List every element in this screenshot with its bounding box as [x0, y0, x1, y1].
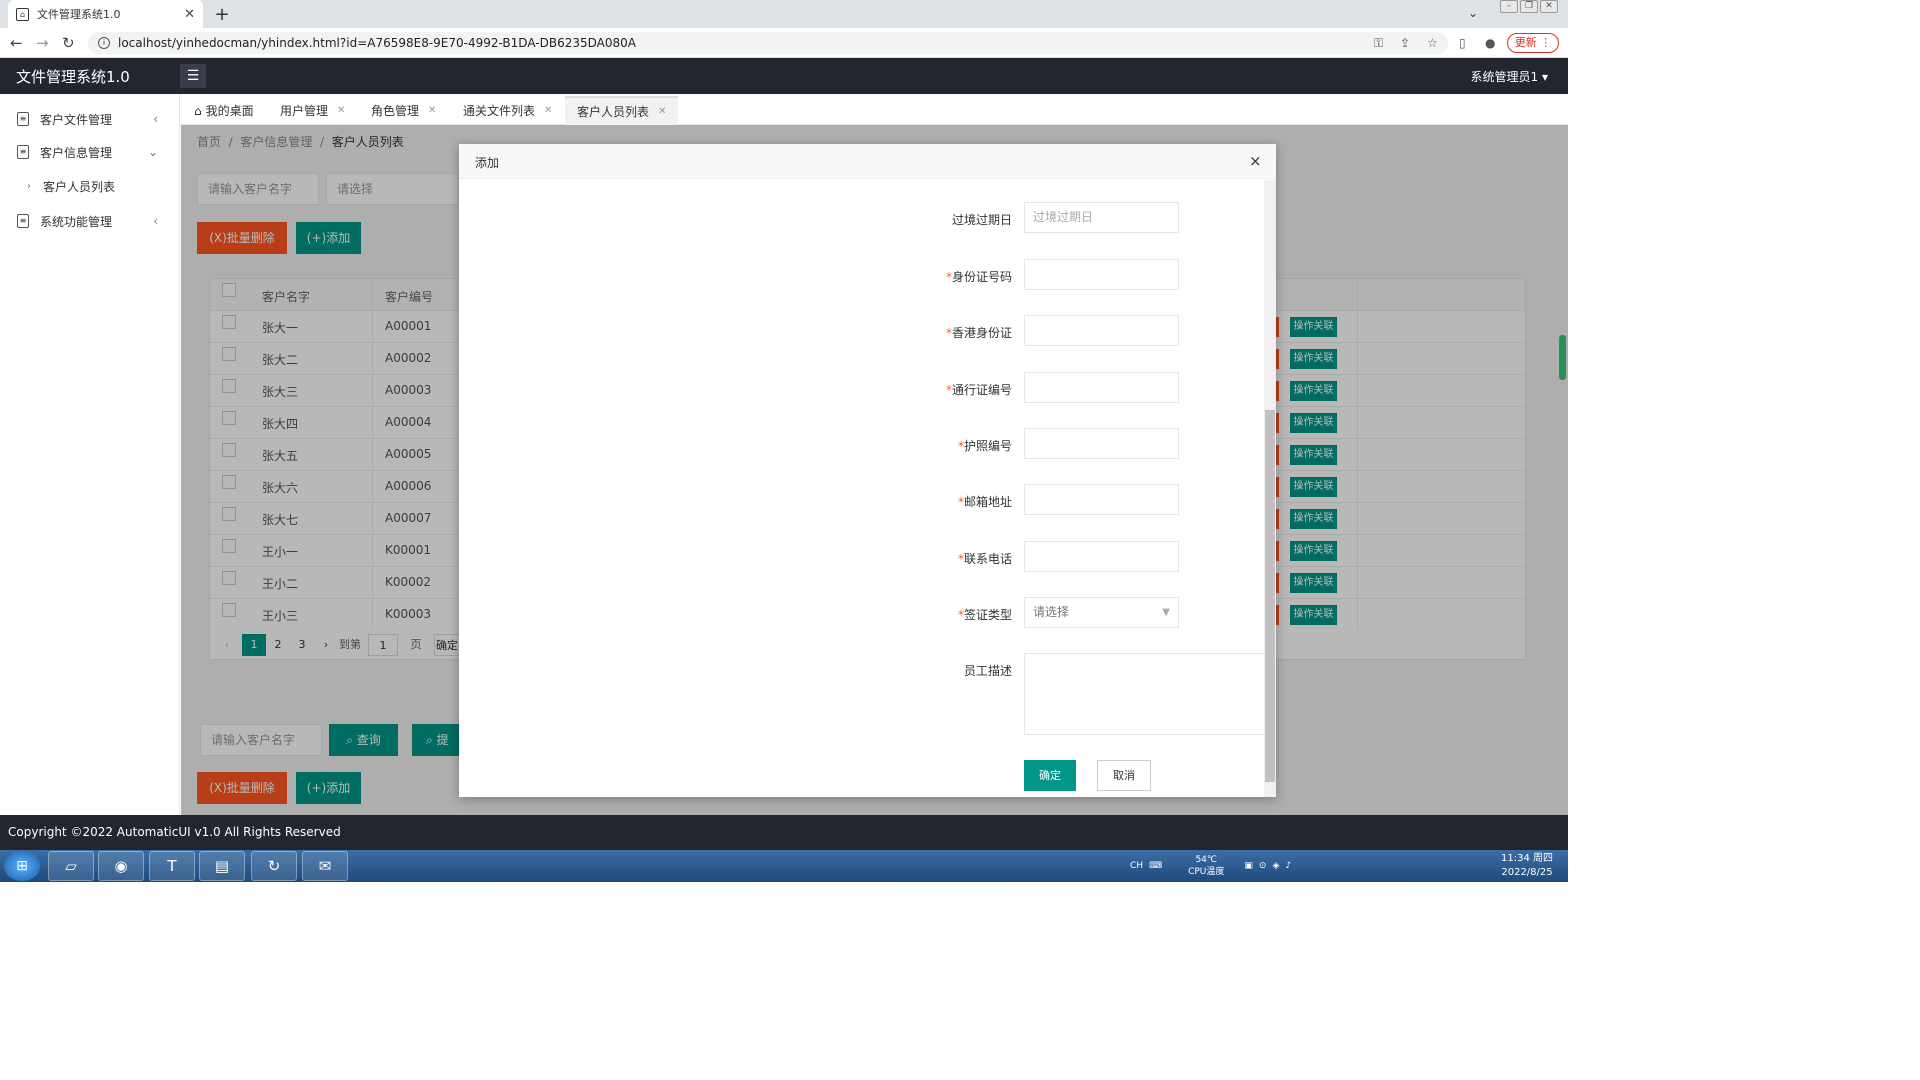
field-label-transit-expiry: 过境过期日	[951, 213, 1012, 227]
system-tray: CH ⌨ 54℃ CPU温度 ▣ ⊙ ◈ ♪	[1130, 852, 1291, 880]
browser-tab-title: 文件管理系统1.0	[37, 8, 121, 21]
app-header	[0, 58, 1568, 94]
tab-customs-files[interactable]: 通关文件列表 ✕	[451, 96, 564, 125]
tab-desktop[interactable]: ⌂ 我的桌面	[182, 96, 266, 125]
footer: Copyright ©2022 AutomaticUI v1.0 All Rig…	[0, 815, 1568, 850]
desktop-app-icon[interactable]: ▱	[48, 851, 94, 881]
close-icon[interactable]: ✕	[658, 106, 666, 117]
folder-icon[interactable]: ▤	[199, 851, 245, 881]
reload-icon[interactable]: ↻	[62, 34, 75, 52]
sidebar-item-label: 客户文件管理	[40, 112, 113, 127]
user-menu[interactable]: 系统管理员1 ▾	[1471, 68, 1548, 85]
side-panel-icon[interactable]: ▯	[1459, 36, 1466, 50]
url-bar[interactable]: i localhost/yinhedocman/yhindex.html?id=…	[88, 32, 1448, 54]
refresh-app-icon[interactable]: ↻	[251, 851, 297, 881]
close-tab-icon[interactable]: ✕	[184, 7, 195, 22]
tab-search-icon[interactable]: ⌄	[1468, 6, 1478, 20]
close-icon[interactable]: ×	[1249, 152, 1262, 170]
passport-number-input[interactable]	[1024, 428, 1179, 459]
back-icon[interactable]: ←	[10, 34, 23, 52]
sidebar-item-customer-staff[interactable]: › 客户人员列表	[0, 171, 180, 201]
text-editor-icon[interactable]: T	[149, 851, 195, 881]
minimize-icon[interactable]: –	[1500, 0, 1518, 13]
permit-number-input[interactable]	[1024, 372, 1179, 403]
dialog-scrollbar-thumb[interactable]	[1265, 410, 1275, 782]
window-controls: – ❐ ✕	[1500, 0, 1558, 16]
key-icon[interactable]: ⚿	[1374, 36, 1383, 51]
share-icon[interactable]: ⇪	[1400, 36, 1410, 50]
sidebar-item-label: 系统功能管理	[40, 214, 113, 229]
wechat-icon[interactable]: ✉	[302, 851, 348, 881]
field-label-phone: *联系电话	[957, 552, 1012, 566]
language-indicator[interactable]: CH	[1130, 861, 1143, 871]
info-icon[interactable]: i	[98, 37, 110, 49]
favicon-icon: ⌂	[16, 7, 29, 21]
confirm-button[interactable]: 确定	[1024, 760, 1076, 791]
close-icon[interactable]: ✕	[428, 105, 436, 116]
tab-customer-staff[interactable]: 客户人员列表 ✕	[565, 96, 679, 125]
field-label-passport: *护照编号	[957, 439, 1012, 453]
document-icon: ≡	[17, 214, 29, 228]
chrome-icon[interactable]: ◉	[98, 851, 144, 881]
sidebar	[0, 94, 180, 815]
restore-icon[interactable]: ❐	[1520, 0, 1538, 13]
close-window-icon[interactable]: ✕	[1540, 0, 1558, 13]
dialog-title: 添加	[475, 156, 500, 170]
transit-expiry-input[interactable]: 过境过期日	[1024, 202, 1179, 233]
close-icon[interactable]: ✕	[337, 105, 345, 116]
chevron-left-icon: ‹	[153, 112, 158, 126]
document-icon: ≡	[17, 112, 29, 126]
tab-user-management[interactable]: 用户管理 ✕	[268, 96, 357, 125]
sidebar-item-label: 客户人员列表	[43, 179, 116, 194]
keyboard-icon[interactable]: ⌨	[1149, 861, 1162, 871]
document-icon: ≡	[17, 145, 29, 159]
home-icon: ⌂	[194, 103, 202, 118]
url-text: localhost/yinhedocman/yhindex.html?id=A7…	[118, 36, 636, 50]
start-button-icon[interactable]: ⊞	[4, 851, 40, 881]
caret-down-icon: ▼	[1162, 607, 1170, 618]
tab-role-management[interactable]: 角色管理 ✕	[359, 96, 448, 125]
field-label-description: 员工描述	[963, 664, 1012, 678]
sidebar-item-customer-files[interactable]: ≡ 客户文件管理 ‹	[0, 102, 180, 136]
sidebar-item-label: 客户信息管理	[40, 145, 113, 160]
profile-icon[interactable]: ●	[1485, 36, 1495, 50]
sidebar-item-system[interactable]: ≡ 系统功能管理 ‹	[0, 204, 180, 238]
field-label-id-card: *身份证号码	[945, 270, 1012, 284]
cancel-button[interactable]: 取消	[1097, 760, 1151, 791]
volume-icon[interactable]: ♪	[1285, 861, 1291, 871]
sidebar-item-customer-info[interactable]: ≡ 客户信息管理 ⌄	[0, 135, 180, 169]
form: 过境过期日 过境过期日 *身份证号码 *香港身份证 *通行证编号 *护照编号 *…	[459, 180, 1264, 797]
field-label-email: *邮箱地址	[957, 495, 1012, 509]
chevron-down-icon: ⌄	[147, 145, 158, 159]
description-textarea[interactable]	[1024, 653, 1264, 735]
close-icon[interactable]: ✕	[544, 105, 552, 116]
shield-icon[interactable]: ◈	[1272, 861, 1279, 871]
tray-app-icon[interactable]: ▣	[1244, 861, 1253, 871]
forward-icon[interactable]: →	[36, 34, 49, 52]
new-tab-button[interactable]: +	[212, 4, 232, 25]
field-label-visa-type: *签证类型	[957, 608, 1012, 622]
phone-input[interactable]	[1024, 541, 1179, 572]
chevron-left-icon: ‹	[153, 214, 158, 228]
browser-tab[interactable]: ⌂ 文件管理系统1.0 ✕	[8, 0, 203, 28]
dialog-header	[459, 144, 1276, 179]
visa-type-select[interactable]: 请选择 ▼	[1024, 597, 1179, 628]
star-icon[interactable]: ☆	[1427, 36, 1438, 50]
network-icon[interactable]: ⊙	[1259, 861, 1267, 871]
update-button[interactable]: 更新 ⋮	[1507, 33, 1559, 53]
id-card-input[interactable]	[1024, 259, 1179, 290]
chevron-right-icon: ›	[27, 180, 31, 192]
field-label-permit: *通行证编号	[945, 383, 1012, 397]
hk-id-input[interactable]	[1024, 315, 1179, 346]
app-title: 文件管理系统1.0	[16, 68, 130, 86]
email-input[interactable]	[1024, 484, 1179, 515]
browser-tabstrip	[0, 0, 1568, 28]
field-label-hk-id: *香港身份证	[945, 326, 1012, 340]
clock[interactable]: 11:34 周四 2022/8/25	[1490, 852, 1564, 880]
cpu-temp: 54℃ CPU温度	[1188, 855, 1225, 877]
menu-toggle-icon[interactable]: ☰	[180, 64, 206, 88]
